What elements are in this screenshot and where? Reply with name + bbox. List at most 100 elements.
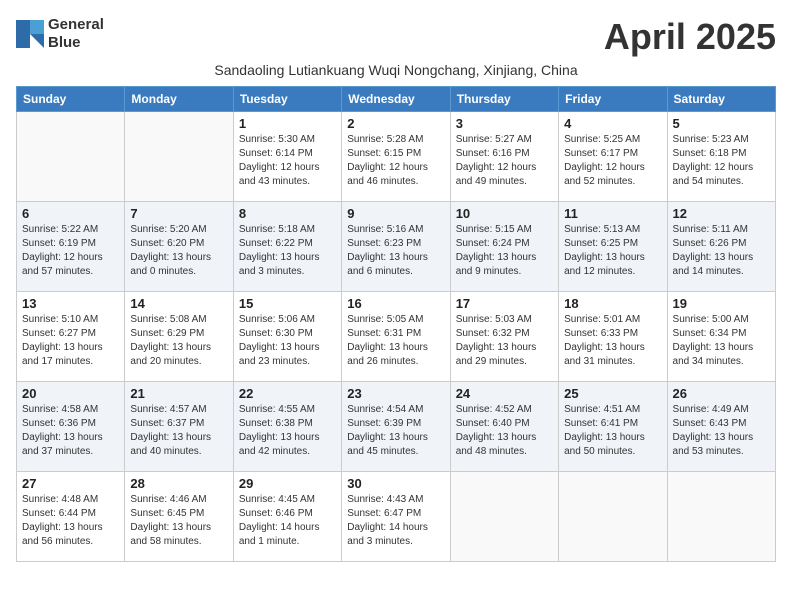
- calendar-cell: 20 Sunrise: 4:58 AM Sunset: 6:36 PM Dayli…: [17, 382, 125, 472]
- calendar-cell: 3Sunrise: 5:27 AM Sunset: 6:16 PM Daylig…: [450, 112, 558, 202]
- calendar-cell: 2 Sunrise: 5:28 AM Sunset: 6:15 PM Daylig…: [342, 112, 450, 202]
- logo: General Blue: [16, 16, 104, 52]
- logo-text: General Blue: [48, 16, 104, 52]
- calendar-cell: 27Sunrise: 4:48 AM Sunset: 6:44 PM Dayli…: [17, 472, 125, 562]
- day-number: 25: [564, 386, 661, 401]
- calendar-cell: [667, 472, 775, 562]
- page-header: General Blue April 2025: [16, 16, 776, 58]
- day-number: 24: [456, 386, 553, 401]
- day-info: Sunrise: 5:16 AM Sunset: 6:23 PM Dayligh…: [347, 223, 444, 279]
- weekday-header-row: SundayMondayTuesdayWednesdayThursdayFrid…: [17, 87, 776, 112]
- calendar-cell: [450, 472, 558, 562]
- month-title: April 2025: [604, 16, 776, 58]
- day-number: 13: [22, 296, 119, 311]
- day-number: 16: [347, 296, 444, 311]
- day-info: Sunrise: 5:13 AM Sunset: 6:25 PM Dayligh…: [564, 223, 661, 279]
- weekday-header-tuesday: Tuesday: [233, 87, 341, 112]
- calendar-cell: 25 Sunrise: 4:51 AM Sunset: 6:41 PM Dayli…: [559, 382, 667, 472]
- day-number: 23: [347, 386, 444, 401]
- calendar-cell: 18 Sunrise: 5:01 AM Sunset: 6:33 PM Dayli…: [559, 292, 667, 382]
- calendar-cell: 14 Sunrise: 5:08 AM Sunset: 6:29 PM Dayli…: [125, 292, 233, 382]
- weekday-header-monday: Monday: [125, 87, 233, 112]
- day-number: 9: [347, 206, 444, 221]
- day-number: 28: [130, 476, 227, 491]
- weekday-header-saturday: Saturday: [667, 87, 775, 112]
- calendar-cell: 1 Sunrise: 5:30 AM Sunset: 6:14 PM Daylig…: [233, 112, 341, 202]
- calendar-cell: 23 Sunrise: 4:54 AM Sunset: 6:39 PM Dayli…: [342, 382, 450, 472]
- week-row-5: 27Sunrise: 4:48 AM Sunset: 6:44 PM Dayli…: [17, 472, 776, 562]
- day-number: 21: [130, 386, 227, 401]
- day-number: 18: [564, 296, 661, 311]
- day-info: Sunrise: 5:23 AM Sunset: 6:18 PM Dayligh…: [673, 133, 770, 189]
- day-info: Sunrise: 5:30 AM Sunset: 6:14 PM Dayligh…: [239, 133, 336, 189]
- week-row-4: 20 Sunrise: 4:58 AM Sunset: 6:36 PM Dayli…: [17, 382, 776, 472]
- day-info: Sunrise: 4:51 AM Sunset: 6:41 PM Dayligh…: [564, 403, 661, 459]
- day-number: 8: [239, 206, 336, 221]
- day-info: Sunrise: 5:05 AM Sunset: 6:31 PM Dayligh…: [347, 313, 444, 369]
- day-number: 10: [456, 206, 553, 221]
- day-number: 6: [22, 206, 119, 221]
- day-number: 20: [22, 386, 119, 401]
- day-info: Sunrise: 5:27 AM Sunset: 6:16 PM Dayligh…: [456, 133, 553, 189]
- day-number: 17: [456, 296, 553, 311]
- day-info: Sunrise: 5:25 AM Sunset: 6:17 PM Dayligh…: [564, 133, 661, 189]
- day-info: Sunrise: 4:49 AM Sunset: 6:43 PM Dayligh…: [673, 403, 770, 459]
- day-info: Sunrise: 5:01 AM Sunset: 6:33 PM Dayligh…: [564, 313, 661, 369]
- day-number: 5: [673, 116, 770, 131]
- day-number: 2: [347, 116, 444, 131]
- day-number: 14: [130, 296, 227, 311]
- day-info: Sunrise: 4:45 AM Sunset: 6:46 PM Dayligh…: [239, 493, 336, 549]
- calendar-cell: 26 Sunrise: 4:49 AM Sunset: 6:43 PM Dayli…: [667, 382, 775, 472]
- calendar-cell: 7Sunrise: 5:20 AM Sunset: 6:20 PM Daylig…: [125, 202, 233, 292]
- weekday-header-wednesday: Wednesday: [342, 87, 450, 112]
- weekday-header-sunday: Sunday: [17, 87, 125, 112]
- calendar-cell: 24 Sunrise: 4:52 AM Sunset: 6:40 PM Dayli…: [450, 382, 558, 472]
- week-row-3: 13Sunrise: 5:10 AM Sunset: 6:27 PM Dayli…: [17, 292, 776, 382]
- day-info: Sunrise: 5:06 AM Sunset: 6:30 PM Dayligh…: [239, 313, 336, 369]
- day-number: 1: [239, 116, 336, 131]
- day-number: 22: [239, 386, 336, 401]
- day-info: Sunrise: 4:46 AM Sunset: 6:45 PM Dayligh…: [130, 493, 227, 549]
- day-number: 29: [239, 476, 336, 491]
- calendar-cell: 19Sunrise: 5:00 AM Sunset: 6:34 PM Dayli…: [667, 292, 775, 382]
- day-info: Sunrise: 5:15 AM Sunset: 6:24 PM Dayligh…: [456, 223, 553, 279]
- calendar-cell: 6 Sunrise: 5:22 AM Sunset: 6:19 PM Daylig…: [17, 202, 125, 292]
- day-info: Sunrise: 5:03 AM Sunset: 6:32 PM Dayligh…: [456, 313, 553, 369]
- logo-icon: [16, 20, 44, 48]
- day-info: Sunrise: 5:11 AM Sunset: 6:26 PM Dayligh…: [673, 223, 770, 279]
- calendar-cell: [125, 112, 233, 202]
- day-number: 26: [673, 386, 770, 401]
- day-info: Sunrise: 4:52 AM Sunset: 6:40 PM Dayligh…: [456, 403, 553, 459]
- calendar-cell: [559, 472, 667, 562]
- day-number: 7: [130, 206, 227, 221]
- calendar-cell: 10 Sunrise: 5:15 AM Sunset: 6:24 PM Dayli…: [450, 202, 558, 292]
- day-number: 30: [347, 476, 444, 491]
- day-info: Sunrise: 5:18 AM Sunset: 6:22 PM Dayligh…: [239, 223, 336, 279]
- calendar-cell: 28 Sunrise: 4:46 AM Sunset: 6:45 PM Dayli…: [125, 472, 233, 562]
- calendar-cell: 13Sunrise: 5:10 AM Sunset: 6:27 PM Dayli…: [17, 292, 125, 382]
- day-number: 4: [564, 116, 661, 131]
- day-info: Sunrise: 5:08 AM Sunset: 6:29 PM Dayligh…: [130, 313, 227, 369]
- weekday-header-friday: Friday: [559, 87, 667, 112]
- calendar-cell: 21Sunrise: 4:57 AM Sunset: 6:37 PM Dayli…: [125, 382, 233, 472]
- week-row-2: 6 Sunrise: 5:22 AM Sunset: 6:19 PM Daylig…: [17, 202, 776, 292]
- day-info: Sunrise: 4:58 AM Sunset: 6:36 PM Dayligh…: [22, 403, 119, 459]
- page-subtitle: Sandaoling Lutiankuang Wuqi Nongchang, X…: [16, 62, 776, 78]
- day-info: Sunrise: 5:22 AM Sunset: 6:19 PM Dayligh…: [22, 223, 119, 279]
- calendar-cell: 29 Sunrise: 4:45 AM Sunset: 6:46 PM Dayli…: [233, 472, 341, 562]
- calendar-cell: 5 Sunrise: 5:23 AM Sunset: 6:18 PM Daylig…: [667, 112, 775, 202]
- day-number: 27: [22, 476, 119, 491]
- calendar-table: SundayMondayTuesdayWednesdayThursdayFrid…: [16, 86, 776, 562]
- day-info: Sunrise: 5:00 AM Sunset: 6:34 PM Dayligh…: [673, 313, 770, 369]
- calendar-cell: 12 Sunrise: 5:11 AM Sunset: 6:26 PM Dayli…: [667, 202, 775, 292]
- day-number: 11: [564, 206, 661, 221]
- day-info: Sunrise: 4:43 AM Sunset: 6:47 PM Dayligh…: [347, 493, 444, 549]
- calendar-cell: [17, 112, 125, 202]
- day-info: Sunrise: 4:55 AM Sunset: 6:38 PM Dayligh…: [239, 403, 336, 459]
- calendar-cell: 4 Sunrise: 5:25 AM Sunset: 6:17 PM Daylig…: [559, 112, 667, 202]
- calendar-cell: 15 Sunrise: 5:06 AM Sunset: 6:30 PM Dayli…: [233, 292, 341, 382]
- day-number: 15: [239, 296, 336, 311]
- day-number: 12: [673, 206, 770, 221]
- day-info: Sunrise: 4:54 AM Sunset: 6:39 PM Dayligh…: [347, 403, 444, 459]
- day-info: Sunrise: 5:28 AM Sunset: 6:15 PM Dayligh…: [347, 133, 444, 189]
